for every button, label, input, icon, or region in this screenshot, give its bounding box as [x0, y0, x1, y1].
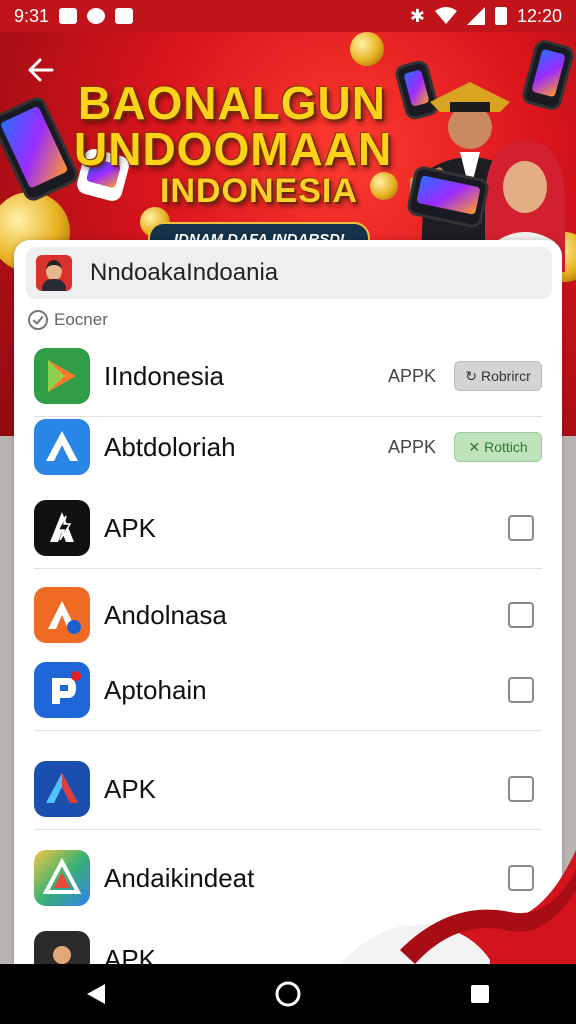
search-input[interactable]: NndoakaIndoania	[90, 259, 278, 287]
recents-nav-button[interactable]	[455, 969, 505, 1019]
list-item[interactable]: Abtdoloriah APPK ✕ Rottich	[34, 412, 542, 482]
app-checkbox[interactable]	[508, 677, 534, 703]
orange-a-icon	[34, 587, 90, 643]
arrow-left-icon	[28, 58, 54, 82]
battery-icon	[494, 7, 507, 25]
section-header: Eocner	[28, 310, 108, 330]
refresh-icon: ↻	[465, 367, 477, 384]
bluetooth-icon: ✱	[409, 5, 425, 26]
banner-title-line2: UNDOOMAAN	[74, 123, 393, 175]
status-time: 9:31	[14, 5, 50, 26]
navigation-bar	[0, 964, 576, 1024]
app-name: Andaikindeat	[104, 862, 255, 893]
app-tag: APPK	[387, 436, 436, 457]
app-action-label: Rottich	[484, 439, 528, 455]
app-name: Andolnasa	[104, 599, 227, 630]
coin-decoration	[370, 172, 398, 200]
status-clock: 12:20	[516, 5, 562, 26]
search-bar[interactable]: NndoakaIndoania	[26, 247, 552, 299]
phone-decoration	[0, 94, 82, 204]
avatar	[36, 255, 72, 291]
app-notification-icon	[87, 8, 106, 24]
mail-notification-icon	[115, 8, 134, 24]
triangle-back-icon	[87, 984, 105, 1004]
home-nav-button[interactable]	[263, 969, 313, 1019]
gallery-notification-icon	[59, 8, 78, 24]
triangle-a-icon	[34, 419, 90, 475]
app-checkbox[interactable]	[508, 515, 534, 541]
app-name: APK	[104, 512, 157, 543]
section-label: Eocner	[54, 310, 108, 329]
app-name: IIndonesia	[104, 360, 224, 391]
back-button[interactable]	[22, 50, 62, 90]
signal-icon	[466, 7, 485, 25]
close-icon: ✕	[468, 438, 481, 455]
list-item[interactable]: Aptohain	[34, 655, 542, 731]
app-checkbox[interactable]	[508, 776, 534, 802]
wifi-icon	[434, 7, 457, 24]
play-store-arrow-icon	[34, 348, 90, 404]
app-name: APK	[104, 773, 157, 804]
app-action-label: Robrircr	[480, 368, 531, 384]
back-nav-button[interactable]	[71, 969, 121, 1019]
square-recents-icon	[471, 985, 489, 1003]
p-icon	[34, 662, 90, 718]
list-item[interactable]: IIndonesia APPK ↻ Robrircr	[34, 341, 542, 417]
flag-decoration	[340, 850, 576, 964]
lightning-a-icon	[34, 500, 90, 556]
list-item[interactable]: APK	[34, 493, 542, 569]
app-checkbox[interactable]	[508, 602, 534, 628]
app-name: Abtdoloriah	[104, 431, 236, 462]
gradient-triangle-icon	[34, 850, 90, 906]
app-action-button[interactable]: ↻ Robrircr	[454, 361, 542, 391]
status-bar: 9:31 ✱ 12:20	[0, 0, 576, 32]
app-name: Aptohain	[104, 674, 207, 705]
list-item[interactable]: APK	[34, 754, 542, 830]
banner-title-line3: INDONESIA	[160, 172, 358, 210]
coin-decoration	[350, 32, 384, 66]
app-action-button[interactable]: ✕ Rottich	[454, 432, 542, 462]
check-circle-icon	[28, 310, 48, 330]
list-item[interactable]: Andolnasa	[34, 580, 542, 650]
circle-home-icon	[275, 981, 301, 1007]
app-tag: APPK	[387, 365, 436, 386]
color-a-icon	[34, 761, 90, 817]
